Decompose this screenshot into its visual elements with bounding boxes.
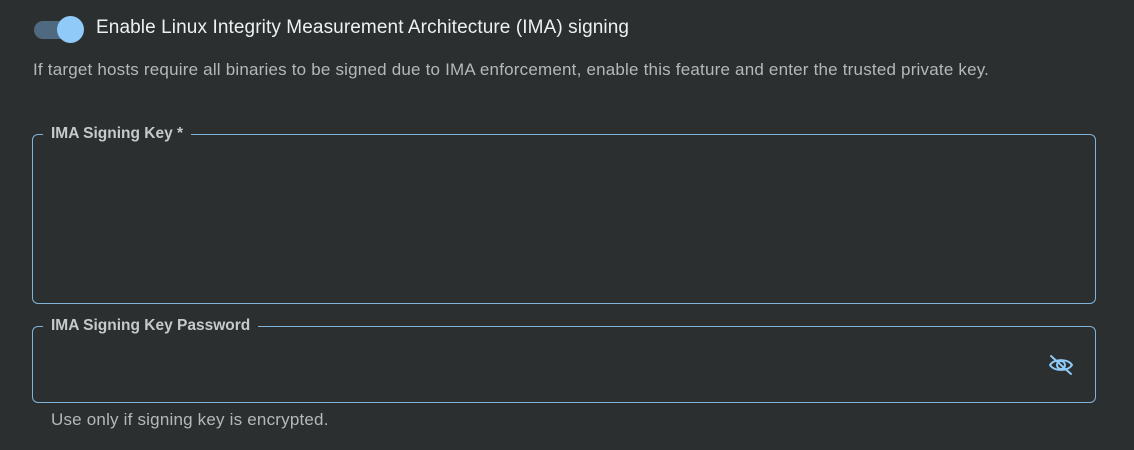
signing-key-password-label: IMA Signing Key Password <box>43 316 259 336</box>
ima-toggle-row: Enable Linux Integrity Measurement Archi… <box>33 12 629 44</box>
signing-key-textarea[interactable] <box>51 155 1035 289</box>
switch-thumb[interactable] <box>57 16 84 43</box>
ima-helper-text: If target hosts require all binaries to … <box>33 60 990 79</box>
ima-signing-switch[interactable] <box>33 13 85 43</box>
eye-off-icon <box>1049 355 1073 375</box>
toggle-password-visibility-button[interactable] <box>1047 351 1075 379</box>
ima-signing-toggle-label[interactable]: Enable Linux Integrity Measurement Archi… <box>96 17 629 39</box>
signing-key-field[interactable]: IMA Signing Key * <box>32 124 1096 304</box>
ima-signing-section: Enable Linux Integrity Measurement Archi… <box>0 0 1134 450</box>
signing-key-password-hint: Use only if signing key is encrypted. <box>51 410 329 429</box>
signing-key-password-input[interactable] <box>51 347 1035 388</box>
signing-key-password-field[interactable]: IMA Signing Key Password <box>32 316 1096 403</box>
signing-key-label: IMA Signing Key * <box>43 124 192 144</box>
